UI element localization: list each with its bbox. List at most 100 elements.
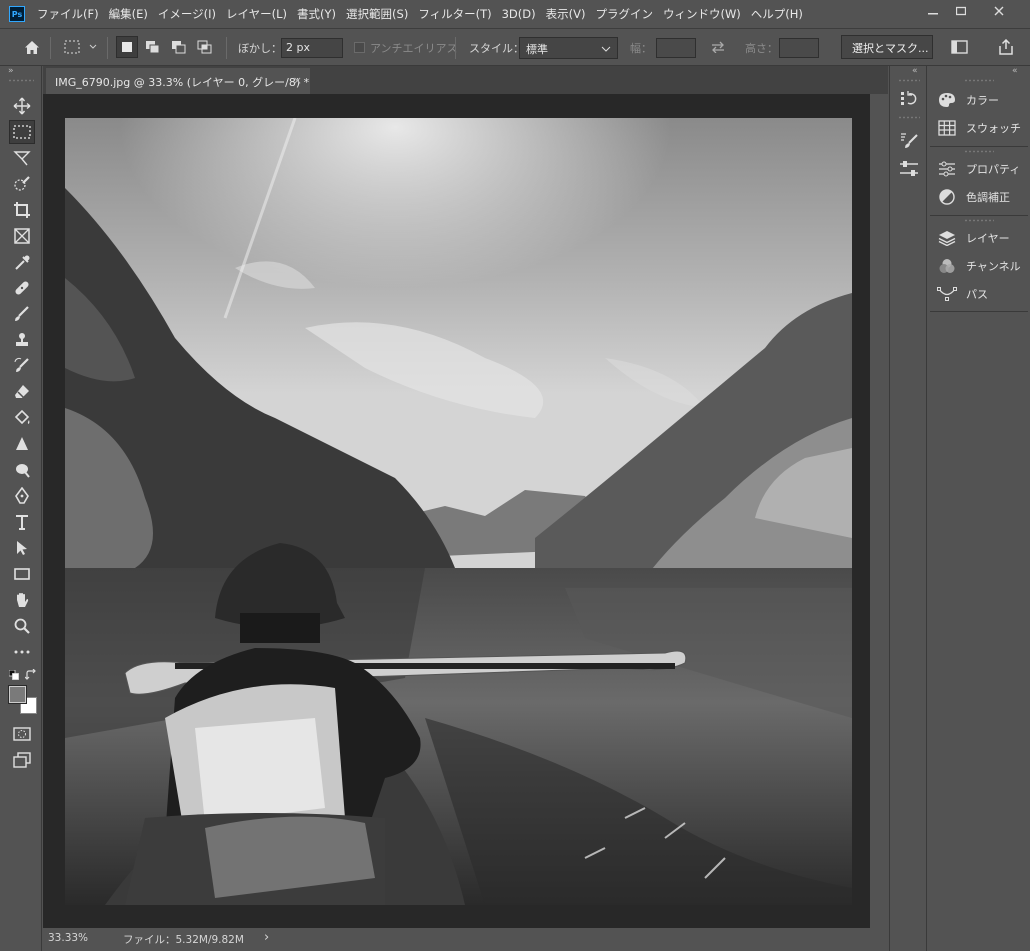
subtract-from-selection-button[interactable] bbox=[168, 36, 190, 58]
panel-tab-color[interactable]: カラー bbox=[936, 87, 1028, 113]
rectangular-marquee-tool[interactable] bbox=[9, 120, 35, 144]
maximize-button[interactable] bbox=[944, 0, 978, 22]
document-image[interactable] bbox=[65, 118, 852, 905]
stamp-icon bbox=[16, 333, 28, 346]
panel-tab-layers[interactable]: レイヤー bbox=[936, 225, 1028, 251]
divider bbox=[930, 215, 1028, 216]
foreground-color-swatch[interactable] bbox=[9, 686, 26, 703]
panel-tab-adjustments[interactable]: 色調補正 bbox=[936, 184, 1028, 210]
workspace-button[interactable] bbox=[951, 36, 973, 58]
panel-grip[interactable] bbox=[964, 150, 994, 153]
pen-tool[interactable] bbox=[9, 484, 35, 508]
style-select[interactable]: 標準 bbox=[519, 37, 618, 59]
healing-brush-tool[interactable] bbox=[9, 276, 35, 300]
menu-type[interactable]: 書式(Y) bbox=[297, 6, 336, 22]
collapse-panels-icon[interactable]: « bbox=[1012, 66, 1018, 76]
status-menu-arrow[interactable]: › bbox=[264, 930, 269, 945]
history-panel-button[interactable] bbox=[898, 88, 920, 110]
menu-layer[interactable]: レイヤー(L) bbox=[226, 6, 287, 22]
home-button[interactable] bbox=[21, 36, 43, 58]
adjustments-circle-icon bbox=[939, 189, 955, 205]
antialias-checkbox[interactable] bbox=[354, 42, 365, 53]
divider bbox=[930, 311, 1028, 312]
document-tab[interactable]: IMG_6790.jpg @ 33.3% (レイヤー 0, グレー/8) * × bbox=[46, 68, 310, 94]
photoshop-logo[interactable]: Ps bbox=[9, 6, 25, 22]
share-button[interactable] bbox=[995, 36, 1017, 58]
default-colors-button[interactable] bbox=[8, 669, 19, 680]
collapse-strip-icon[interactable]: « bbox=[912, 66, 918, 76]
layers-icon bbox=[938, 231, 956, 246]
eyedropper-tool[interactable] bbox=[9, 250, 35, 274]
panel-tab-swatches[interactable]: スウォッチ bbox=[936, 115, 1028, 141]
panel-grip[interactable] bbox=[898, 116, 920, 119]
menu-window[interactable]: ウィンドウ(W) bbox=[663, 6, 741, 22]
tool-presets-panel-button[interactable] bbox=[898, 158, 920, 180]
menu-3d[interactable]: 3D(D) bbox=[502, 7, 536, 21]
brush-settings-panel-button[interactable] bbox=[898, 130, 920, 152]
swap-colors-button[interactable] bbox=[24, 668, 37, 681]
intersect-selection-button[interactable] bbox=[194, 36, 216, 58]
menu-view[interactable]: 表示(V) bbox=[546, 6, 586, 22]
close-button[interactable] bbox=[982, 0, 1016, 22]
blur-tool[interactable] bbox=[9, 432, 35, 456]
quick-mask-button[interactable] bbox=[9, 722, 35, 746]
new-selection-button[interactable] bbox=[116, 36, 138, 58]
history-brush-tool[interactable] bbox=[9, 354, 35, 378]
close-tab-icon[interactable]: × bbox=[293, 74, 302, 87]
move-tool[interactable] bbox=[9, 94, 35, 118]
vertical-scrollbar[interactable] bbox=[870, 94, 888, 928]
clone-stamp-tool[interactable] bbox=[9, 328, 35, 352]
feather-input[interactable]: 2 px bbox=[281, 38, 343, 58]
panel-grip[interactable] bbox=[964, 219, 994, 222]
brush-tool[interactable] bbox=[9, 302, 35, 326]
paint-bucket-tool[interactable] bbox=[9, 406, 35, 430]
quick-mask-icon bbox=[13, 727, 31, 741]
screen-mode-button[interactable] bbox=[9, 748, 35, 772]
menu-filter[interactable]: フィルター(T) bbox=[418, 6, 491, 22]
feather-label: ぼかし： bbox=[238, 42, 282, 55]
panel-tab-paths[interactable]: パス bbox=[936, 281, 1028, 307]
crop-tool[interactable] bbox=[9, 198, 35, 222]
lasso-tool[interactable] bbox=[9, 146, 35, 170]
tool-preset-picker[interactable] bbox=[62, 36, 102, 58]
share-icon bbox=[999, 39, 1013, 55]
edit-toolbar-button[interactable] bbox=[9, 640, 35, 664]
path-selection-tool[interactable] bbox=[9, 536, 35, 560]
options-bar: ぼかし： 2 px アンチエイリアス スタイル： 標準 幅： 高さ： 選択とマス… bbox=[0, 28, 1030, 66]
menu-help[interactable]: ヘルプ(H) bbox=[751, 6, 803, 22]
menu-image[interactable]: イメージ(I) bbox=[158, 6, 216, 22]
swap-width-height-button[interactable] bbox=[707, 36, 729, 58]
menu-plugins[interactable]: プラグイン bbox=[595, 6, 653, 22]
eraser-tool[interactable] bbox=[9, 380, 35, 404]
add-to-selection-button[interactable] bbox=[142, 36, 164, 58]
zoom-level[interactable]: 33.33% bbox=[48, 932, 88, 944]
panel-tab-channels[interactable]: チャンネル bbox=[936, 253, 1028, 279]
width-input[interactable] bbox=[656, 38, 696, 58]
foreground-background-colors[interactable] bbox=[9, 686, 37, 714]
panel-grip[interactable] bbox=[8, 79, 34, 82]
zoom-tool[interactable] bbox=[9, 614, 35, 638]
type-tool[interactable] bbox=[9, 510, 35, 534]
document-tab-title: IMG_6790.jpg @ 33.3% (レイヤー 0, グレー/8) * bbox=[55, 76, 310, 89]
divider bbox=[226, 37, 227, 59]
close-icon bbox=[994, 6, 1004, 16]
menu-edit[interactable]: 編集(E) bbox=[109, 6, 148, 22]
collapse-toolbar-icon[interactable]: » bbox=[8, 66, 14, 76]
intersect-selection-icon bbox=[197, 40, 212, 54]
rectangle-tool[interactable] bbox=[9, 562, 35, 586]
frame-tool[interactable] bbox=[9, 224, 35, 248]
height-input[interactable] bbox=[779, 38, 819, 58]
select-and-mask-button[interactable]: 選択とマスク... bbox=[841, 35, 933, 59]
dodge-tool[interactable] bbox=[9, 458, 35, 482]
panel-tab-properties[interactable]: プロパティ bbox=[936, 156, 1028, 182]
menu-select[interactable]: 選択範囲(S) bbox=[346, 6, 408, 22]
menu-file[interactable]: ファイル(F) bbox=[37, 6, 99, 22]
quick-selection-tool[interactable] bbox=[9, 172, 35, 196]
default-colors-icon bbox=[8, 669, 19, 680]
panel-grip[interactable] bbox=[898, 79, 920, 82]
style-label: スタイル： bbox=[469, 42, 524, 55]
panel-grip[interactable] bbox=[964, 79, 994, 82]
canvas-area[interactable] bbox=[43, 94, 870, 928]
move-icon bbox=[13, 97, 31, 115]
hand-tool[interactable] bbox=[9, 588, 35, 612]
